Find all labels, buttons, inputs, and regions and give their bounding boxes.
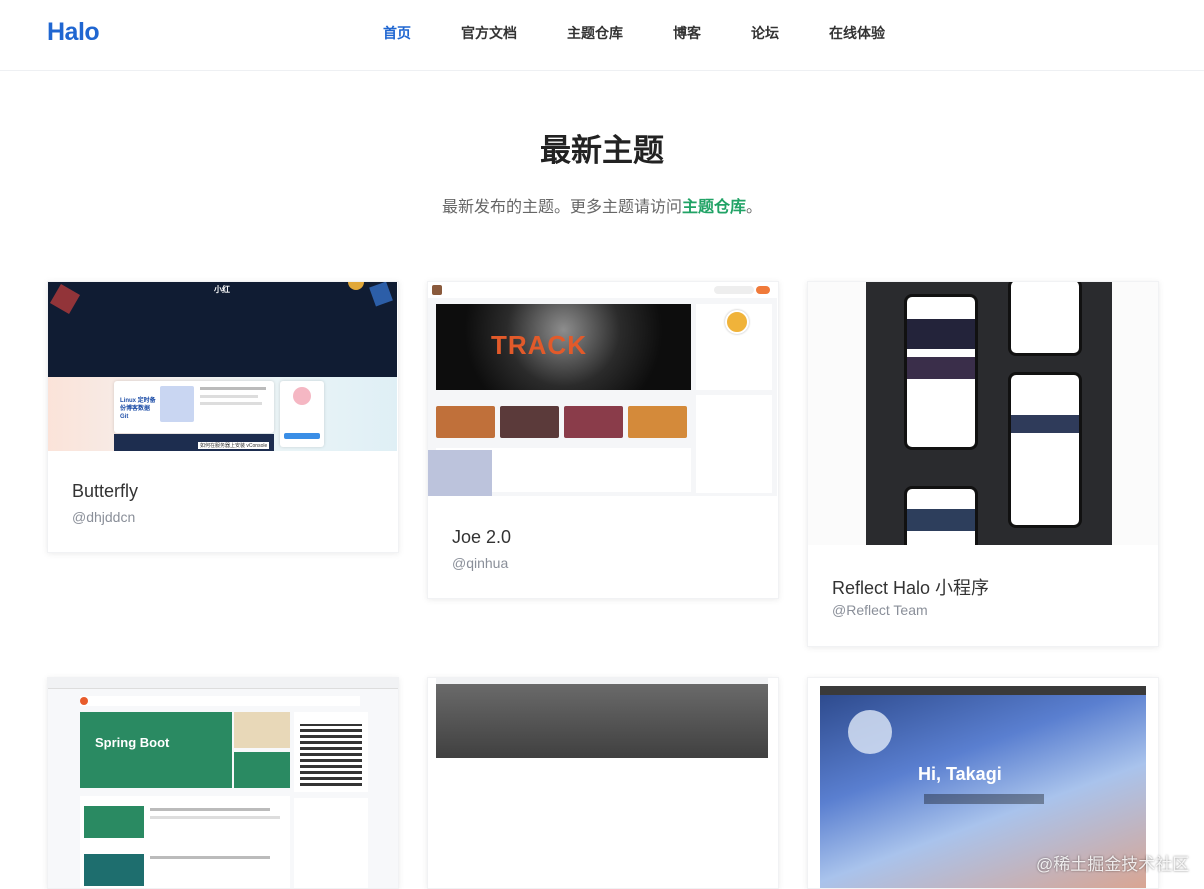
theme-thumbnail[interactable]: Spring Boot [48, 678, 398, 888]
thumb-line [200, 395, 258, 398]
thumb-header-bg [48, 282, 397, 377]
top-header: Halo 首页 官方文档 主题仓库 博客 论坛 在线体验 [0, 0, 1204, 71]
thumb-post-snippet: 如何在服务器上安装 vConsole [198, 442, 270, 449]
theme-author: @dhjddcn [72, 509, 136, 525]
thumb-tile [564, 406, 623, 438]
thumb-navbar [428, 282, 777, 299]
thumb-line [150, 808, 270, 811]
thumb-caption-bar [924, 794, 1044, 804]
thumb-tile [234, 712, 290, 748]
theme-card-joe[interactable]: TRACK Joe 2.0 @qinhua [427, 281, 779, 599]
nav-item-forum[interactable]: 论坛 [751, 23, 779, 43]
thumb-line [150, 856, 270, 859]
theme-card-reflect[interactable]: Reflect Halo 小程序 @Reflect Team [807, 281, 1159, 647]
thumb-site-title: 小红 [214, 285, 230, 294]
subtitle-text: 最新发布的主题。更多主题请访问 [441, 199, 682, 216]
thumb-post-title: Linux 定时备份博客数据Git [120, 398, 156, 420]
thumb-browser-bar [820, 686, 1146, 695]
thumb-navbar [80, 696, 360, 706]
page-subtitle: 最新发布的主题。更多主题请访问主题仓库。 [0, 193, 1204, 217]
theme-name[interactable]: Reflect Halo 小程序 [832, 574, 989, 600]
theme-name[interactable]: Butterfly [72, 481, 138, 502]
thumb-post-panel: Linux 定时备份博客数据Git [114, 381, 274, 433]
thumb-tile [628, 406, 687, 438]
thumb-logo [80, 697, 88, 705]
subtitle-suffix: 。 [746, 199, 763, 216]
watermark: @稀土掘金技术社区 [1036, 855, 1190, 874]
thumb-profile-panel [280, 381, 324, 447]
theme-card-4[interactable]: Spring Boot [47, 677, 399, 889]
thumb-phone [904, 294, 978, 450]
thumb-tile [500, 406, 559, 438]
thumb-phone [1008, 282, 1082, 356]
thumb-anime-figure [428, 450, 492, 496]
themes-repo-link[interactable]: 主题仓库 [682, 199, 746, 216]
thumb-line [150, 816, 280, 819]
thumb-avatar [293, 387, 311, 405]
nav-item-themes[interactable]: 主题仓库 [567, 23, 623, 43]
thumb-sidebar [696, 395, 772, 493]
thumb-banner-text: TRACK [491, 330, 587, 360]
theme-thumbnail[interactable] [428, 678, 778, 888]
nav-item-home[interactable]: 首页 [383, 23, 411, 43]
thumb-phone [904, 486, 978, 545]
thumb-post-row: 如何在服务器上安装 vConsole [114, 434, 274, 451]
thumb-banner-text: Spring Boot [95, 735, 170, 750]
phone-banner [907, 509, 975, 531]
nav-item-demo[interactable]: 在线体验 [829, 23, 885, 43]
thumb-post-list [80, 796, 290, 888]
thumb-side-screen [1112, 282, 1158, 545]
theme-thumbnail[interactable]: TRACK [428, 282, 778, 496]
thumb-qrcode [300, 724, 362, 786]
phone-banner [1011, 415, 1079, 433]
theme-author: @qinhua [452, 555, 509, 571]
phone-banner [907, 357, 975, 379]
thumb-illustration [160, 386, 194, 422]
phone-banner [907, 319, 975, 349]
thumb-logo [432, 285, 442, 295]
nav-item-blog[interactable]: 博客 [673, 23, 701, 43]
thumb-line [200, 387, 266, 390]
thumb-tile [234, 752, 290, 788]
nav-item-docs[interactable]: 官方文档 [461, 23, 517, 43]
main-nav: 首页 官方文档 主题仓库 博客 论坛 在线体验 [0, 23, 1204, 43]
thumb-search [714, 286, 754, 294]
thumb-hero-title: Hi, Takagi [918, 764, 1002, 784]
thumb-tile [436, 406, 495, 438]
thumb-banner [80, 712, 232, 788]
thumb-post-image [84, 806, 144, 838]
theme-thumbnail[interactable]: 小红 Linux 定时备份博客数据Git 如何在服务器上安装 vConsole [48, 282, 398, 451]
page-title: 最新主题 [540, 133, 664, 168]
thumb-line [200, 402, 262, 405]
theme-author: @Reflect Team [832, 602, 928, 618]
thumb-moon [848, 710, 892, 754]
thumb-avatar [725, 310, 749, 334]
thumb-search-btn [756, 286, 770, 294]
thumb-follow-btn [284, 433, 320, 439]
thumb-sidebar [294, 798, 368, 888]
theme-thumbnail[interactable] [808, 282, 1158, 545]
theme-name[interactable]: Joe 2.0 [452, 527, 511, 548]
thumb-browser-bar [48, 678, 398, 689]
thumb-post-image [84, 854, 144, 886]
theme-card-5[interactable] [427, 677, 779, 889]
thumb-hero-image [436, 684, 768, 758]
theme-card-butterfly[interactable]: 小红 Linux 定时备份博客数据Git 如何在服务器上安装 vConsole … [47, 281, 399, 553]
thumb-phone [1008, 372, 1082, 528]
thumb-side-screen [808, 282, 866, 545]
